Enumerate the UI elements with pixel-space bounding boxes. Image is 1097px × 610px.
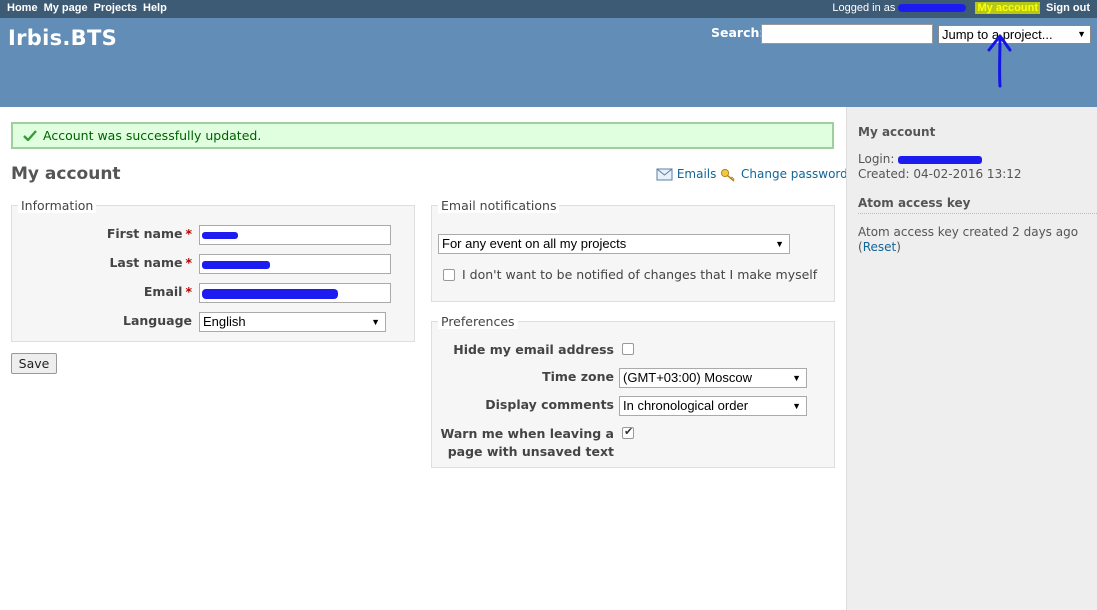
created-row: Created: 04-02-2016 13:12 — [858, 167, 1097, 182]
sidebar: My account Login: Created: 04-02-2016 13… — [846, 107, 1097, 610]
time-zone-label: Time zone — [542, 369, 614, 384]
reset-link[interactable]: Reset — [863, 240, 897, 254]
display-comments-select[interactable]: In chronological order ▼ — [619, 396, 807, 416]
created-value: 04-02-2016 13:12 — [913, 167, 1022, 181]
last-name-label: Last name * — [109, 255, 192, 270]
menu-projects-link[interactable]: Projects — [94, 2, 137, 14]
information-fieldset: Information First name * Last name * Email… — [11, 198, 415, 342]
email-notifications-fieldset: Email notifications For any event on all… — [431, 198, 835, 302]
display-comments-value: In chronological order — [623, 398, 749, 413]
page-title: My account — [11, 164, 121, 184]
menu-my-page-link[interactable]: My page — [44, 2, 88, 14]
email-field[interactable] — [199, 283, 391, 303]
preferences-fieldset: Preferences Hide my email address Time z… — [431, 314, 835, 468]
search-label: Search: — [711, 25, 765, 40]
time-zone-select[interactable]: (GMT+03:00) Moscow ▼ — [619, 368, 807, 388]
menu-home-link[interactable]: Home — [7, 2, 38, 14]
language-label: Language — [122, 313, 192, 328]
first-name-label: First name * — [106, 226, 192, 241]
menu-help-link[interactable]: Help — [143, 2, 167, 14]
chevron-down-icon: ▼ — [792, 401, 801, 411]
hide-mail-label: Hide my email address — [453, 342, 614, 357]
atom-key-reset-row: (Reset) — [858, 240, 1097, 255]
time-zone-value: (GMT+03:00) Moscow — [623, 370, 752, 385]
display-comments-label: Display comments — [485, 397, 614, 412]
chevron-down-icon: ▼ — [775, 239, 784, 249]
chevron-down-icon: ▼ — [371, 317, 380, 327]
logged-in-label: Logged in as — [832, 2, 896, 14]
key-icon — [721, 168, 735, 182]
contextual-links: Emails Change password — [656, 167, 848, 182]
top-menu: Home My page Projects Help Logged in as My … — [0, 0, 1097, 18]
redacted-text — [202, 232, 238, 239]
sidebar-account-info: Login: Created: 04-02-2016 13:12 — [858, 152, 1097, 182]
app-title: Irbis.BTS — [8, 26, 118, 50]
preferences-legend: Preferences — [438, 314, 518, 329]
top-menu-left: Home My page Projects Help — [7, 2, 173, 14]
warn-on-leave-label: Warn me when leaving a page with unsaved … — [440, 426, 615, 459]
save-button[interactable]: Save — [11, 353, 57, 374]
mail-notification-value: For any event on all my projects — [442, 236, 627, 251]
change-password-link[interactable]: Change password — [741, 167, 848, 181]
checkmark-icon — [23, 130, 37, 141]
flash-message: Account was successfully updated. — [43, 128, 262, 143]
mail-notification-select[interactable]: For any event on all my projects ▼ — [438, 234, 790, 254]
atom-key-title: Atom access key — [858, 196, 971, 210]
search-input[interactable] — [761, 24, 933, 44]
quick-search: Search: — [711, 24, 933, 44]
redacted-username — [898, 4, 967, 13]
sign-out-link[interactable]: Sign out — [1046, 2, 1090, 14]
my-account-link[interactable]: My account — [975, 2, 1040, 14]
redacted-text — [202, 289, 338, 299]
hide-mail-checkbox[interactable] — [622, 343, 634, 355]
redacted-login — [898, 155, 983, 164]
last-name-field[interactable] — [199, 254, 391, 274]
no-self-notified-checkbox[interactable] — [443, 269, 455, 281]
email-label: Email * — [143, 284, 192, 299]
flash-notice: Account was successfully updated. — [11, 122, 834, 149]
email-icon — [656, 168, 673, 181]
atom-key-header: Atom access key — [858, 196, 1097, 214]
no-self-notified-label: I don't want to be notified of changes t… — [462, 267, 818, 282]
emails-link[interactable]: Emails — [677, 167, 717, 181]
sidebar-title: My account — [858, 125, 936, 139]
chevron-down-icon: ▼ — [1077, 29, 1086, 39]
chevron-down-icon: ▼ — [792, 373, 801, 383]
paren-close: ) — [896, 240, 901, 254]
atom-key-info: Atom access key created 2 days ago (Rese… — [858, 225, 1097, 255]
email-notifications-legend: Email notifications — [438, 198, 560, 213]
atom-key-text: Atom access key created 2 days ago — [858, 225, 1079, 239]
information-legend: Information — [18, 198, 97, 213]
created-label: Created: — [858, 167, 910, 181]
warn-on-leave-checkbox[interactable] — [622, 425, 634, 439]
login-label: Login: — [858, 152, 895, 166]
top-menu-right: Logged in as My account Sign out — [832, 2, 1090, 14]
login-row: Login: — [858, 152, 1097, 167]
header: Irbis.BTS Search: Jump to a project... ▼ — [0, 18, 1097, 107]
language-value: English — [203, 314, 246, 329]
first-name-field[interactable] — [199, 225, 391, 245]
language-select[interactable]: English ▼ — [199, 312, 386, 332]
sidebar-account-block: My account — [858, 125, 1097, 139]
annotation-arrow-icon — [987, 34, 1012, 88]
redacted-text — [202, 261, 270, 269]
